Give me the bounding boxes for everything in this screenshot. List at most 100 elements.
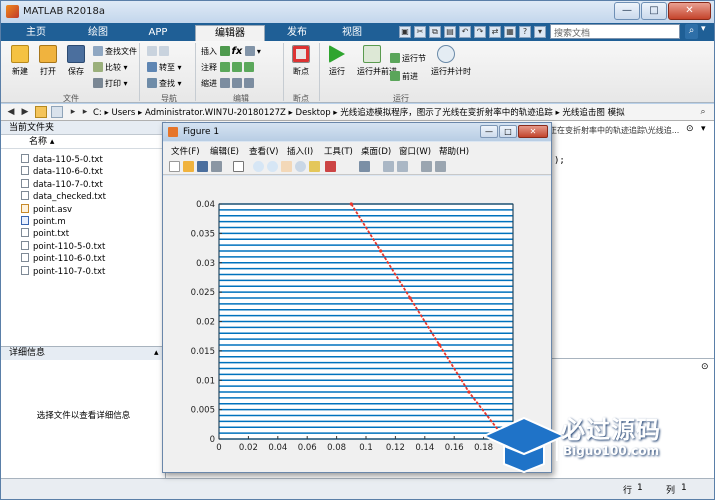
fx-icon[interactable]: fx xyxy=(232,46,243,57)
quick-access-menu-icon[interactable]: ▾ xyxy=(534,26,546,38)
tab-publish[interactable]: 发布 xyxy=(271,25,323,41)
file-list-item[interactable]: point.asv xyxy=(21,203,72,216)
quick-undo-icon[interactable]: ↶ xyxy=(459,26,471,38)
menu-edit[interactable]: 编辑(E) xyxy=(210,145,239,157)
tab-home[interactable]: 主页 xyxy=(11,25,61,41)
path-arrow-icon[interactable]: ▸ xyxy=(79,106,91,118)
run-and-advance-button[interactable]: 运行并前进 xyxy=(357,45,397,77)
save-figure-icon[interactable] xyxy=(197,161,208,172)
menu-window[interactable]: 窗口(W) xyxy=(399,145,431,157)
editor-tab-title[interactable]: 正在变折射率中的轨迹追踪\光线追... xyxy=(549,125,699,136)
up-folder-icon[interactable] xyxy=(35,106,47,118)
name-column-header[interactable]: 名称 ▴ xyxy=(1,136,166,149)
tab-view[interactable]: 视图 xyxy=(327,25,377,41)
open-button[interactable]: 打开 xyxy=(35,45,61,77)
path-search-icon[interactable]: ⌕ xyxy=(697,106,709,118)
menu-view[interactable]: 查看(V) xyxy=(249,145,278,157)
figure-close-button[interactable]: ✕ xyxy=(518,125,548,138)
link-plot-icon[interactable] xyxy=(359,161,370,172)
run-button[interactable]: 运行 xyxy=(324,45,350,77)
menu-desktop[interactable]: 桌面(D) xyxy=(361,145,391,157)
figure-maximize-button[interactable]: □ xyxy=(499,125,517,138)
editor-expand-icon[interactable]: ▾ xyxy=(701,124,706,134)
col-label: 列 xyxy=(666,486,676,496)
quick-cut-icon[interactable]: ✂ xyxy=(414,26,426,38)
quick-save-icon[interactable]: ▣ xyxy=(399,26,411,38)
quick-paste-icon[interactable]: ▤ xyxy=(444,26,456,38)
maximize-button[interactable]: □ xyxy=(641,2,667,20)
y-tick-label: 0.035 xyxy=(191,229,215,239)
back-arrow-icon[interactable]: ◀ xyxy=(5,106,17,118)
colorbar-icon[interactable] xyxy=(383,161,394,172)
collapse-ribbon-icon[interactable]: ▾ xyxy=(701,24,711,39)
file-list-item[interactable]: point.txt xyxy=(21,228,69,240)
menu-insert[interactable]: 插入(I) xyxy=(287,145,313,157)
find-icon xyxy=(147,78,157,88)
search-icon[interactable]: ⌕ xyxy=(685,24,698,39)
file-list-item[interactable]: point-110-6-0.txt xyxy=(21,253,105,265)
find-button[interactable]: 查找 ▾ xyxy=(147,78,182,90)
file-list-item[interactable]: point-110-7-0.txt xyxy=(21,265,105,278)
comment-button[interactable]: 注释 xyxy=(201,62,256,74)
breakpoints-button[interactable]: 断点 xyxy=(288,45,314,77)
menu-file[interactable]: 文件(F) xyxy=(171,145,200,157)
path-root-icon[interactable]: ▸ xyxy=(67,106,79,118)
insert-button[interactable]: 插入 fx ▾ xyxy=(201,46,261,58)
details-expand-icon[interactable]: ▴ xyxy=(154,348,159,358)
find-files-button[interactable]: 查找文件 xyxy=(93,46,137,58)
menu-tools[interactable]: 工具(T) xyxy=(324,145,353,157)
text-file-icon xyxy=(21,265,29,275)
menu-help[interactable]: 帮助(H) xyxy=(439,145,469,157)
command-window-menu-icon[interactable]: ⊙ xyxy=(701,362,709,372)
details-panel: 详细信息 ▴ 选择文件以查看详细信息 xyxy=(1,346,166,478)
figure-title-bar[interactable]: Figure 1 — □ ✕ xyxy=(163,123,551,141)
hide-plot-tools-icon[interactable] xyxy=(421,161,432,172)
data-cursor-icon[interactable] xyxy=(309,161,320,172)
matlab-file-icon xyxy=(21,216,29,225)
figure-minimize-button[interactable]: — xyxy=(480,125,498,138)
indent-button[interactable]: 缩进 xyxy=(201,78,256,90)
file-list-item[interactable]: data_checked.txt xyxy=(21,191,106,203)
show-plot-tools-icon[interactable] xyxy=(435,161,446,172)
new-button[interactable]: 新建 xyxy=(7,45,33,77)
edit-plot-arrow-icon[interactable] xyxy=(233,161,244,172)
file-list-item[interactable]: point.m xyxy=(21,216,66,228)
back-forward-buttons[interactable] xyxy=(147,46,171,58)
graduation-cap-logo-icon xyxy=(481,416,567,474)
open-file-icon[interactable] xyxy=(183,161,194,172)
zoom-in-icon[interactable] xyxy=(253,161,264,172)
editor-close-icon[interactable]: ⊙ xyxy=(686,124,694,134)
quick-switch-icon[interactable]: ⇄ xyxy=(489,26,501,38)
rotate-3d-icon[interactable] xyxy=(295,161,306,172)
tab-editor[interactable]: 编辑器 xyxy=(195,25,265,41)
forward-arrow-icon[interactable]: ▶ xyxy=(19,106,31,118)
quick-help-icon[interactable]: ? xyxy=(519,26,531,38)
quick-layout-icon[interactable]: ▦ xyxy=(504,26,516,38)
pan-hand-icon[interactable] xyxy=(281,161,292,172)
print-button[interactable]: 打印 ▾ xyxy=(93,78,128,90)
print-figure-icon[interactable] xyxy=(211,161,222,172)
advance-button[interactable]: 前进 xyxy=(390,71,418,83)
current-folder-path[interactable]: C: ▸ Users ▸ Administrator.WIN7U-2018012… xyxy=(93,106,693,119)
brush-icon[interactable] xyxy=(325,161,336,172)
minimize-button[interactable]: — xyxy=(614,2,640,20)
search-documentation-input[interactable]: 搜索文档 xyxy=(550,24,680,39)
close-button[interactable]: ✕ xyxy=(668,2,711,20)
compare-button[interactable]: 比较 ▾ xyxy=(93,62,128,74)
file-list-item[interactable]: data-110-6-0.txt xyxy=(21,166,103,178)
legend-icon[interactable] xyxy=(397,161,408,172)
run-section-button[interactable]: 运行节 xyxy=(390,53,426,65)
quick-copy-icon[interactable]: ⧉ xyxy=(429,26,441,38)
quick-redo-icon[interactable]: ↷ xyxy=(474,26,486,38)
new-figure-icon[interactable] xyxy=(169,161,180,172)
tab-plots[interactable]: 绘图 xyxy=(69,25,127,41)
run-and-time-button[interactable]: 运行并计时 xyxy=(431,45,471,77)
file-list-item[interactable]: data-110-7-0.txt xyxy=(21,178,103,191)
zoom-out-icon[interactable] xyxy=(267,161,278,172)
goto-button[interactable]: 转至 ▾ xyxy=(147,62,182,74)
browse-folder-icon[interactable] xyxy=(51,106,63,118)
file-list-item[interactable]: point-110-5-0.txt xyxy=(21,240,105,253)
tab-apps[interactable]: APP xyxy=(133,25,183,41)
save-button[interactable]: 保存 xyxy=(63,45,89,77)
file-list-item[interactable]: data-110-5-0.txt xyxy=(21,154,103,166)
